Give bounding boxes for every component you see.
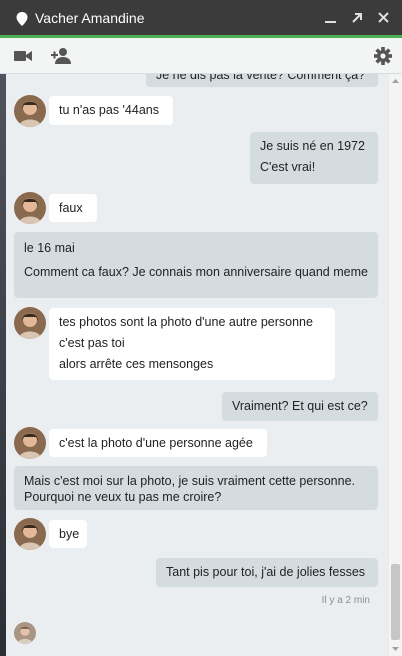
message-incoming: c'est la photo d'une personne agée	[49, 429, 267, 457]
scroll-up-arrow-icon[interactable]	[391, 77, 400, 85]
message-outgoing: Je suis né en 1972 C'est vrai!	[250, 132, 378, 184]
scroll-down-arrow-icon[interactable]	[391, 645, 400, 653]
contact-avatar	[14, 518, 46, 550]
message-list[interactable]: Je ne dis pas la vérité? Comment ça? tu …	[6, 74, 388, 656]
minimize-icon[interactable]	[322, 9, 340, 27]
chat-toolbar	[0, 38, 402, 74]
chat-window: Vacher Amandine Je ne dis pas la vérité?…	[0, 0, 402, 656]
message-outgoing: Mais c'est moi sur la photo, je suis vra…	[14, 466, 378, 510]
message-text: le 16 mai	[24, 241, 75, 255]
scrollbar[interactable]	[389, 74, 402, 656]
contact-photo	[14, 622, 36, 644]
message-outgoing: le 16 mai Comment ca faux? Je connais mo…	[14, 232, 378, 298]
scrollbar-thumb[interactable]	[391, 564, 400, 640]
message-text: Comment ca faux? Je connais mon annivers…	[24, 265, 368, 279]
message-incoming: tes photos sont la photo d'une autre per…	[49, 308, 335, 380]
message-outgoing: Vraiment? Et qui est ce?	[222, 392, 378, 421]
contact-name: Vacher Amandine	[35, 10, 145, 26]
contact-photo	[14, 427, 46, 459]
message-text: Je suis né en 1972	[260, 139, 365, 153]
contact-photo	[14, 307, 46, 339]
message-text: alors arrête ces mensonges	[59, 357, 214, 371]
message-incoming: bye	[49, 520, 87, 548]
message-text: bye	[59, 527, 80, 541]
message-text: Tant pis pour toi, j'ai de jolies fesses	[166, 565, 366, 579]
message-text: c'est la photo d'une personne agée	[59, 436, 253, 450]
contact-photo	[14, 95, 46, 127]
message-text: c'est pas toi	[59, 336, 125, 350]
seen-avatar	[14, 622, 36, 644]
close-icon[interactable]	[375, 9, 393, 27]
message-text: C'est vrai!	[260, 160, 316, 174]
message-text: Mais c'est moi sur la photo, je suis vra…	[24, 474, 356, 504]
contact-avatar	[14, 427, 46, 459]
message-text: Vraiment? Et qui est ce?	[232, 399, 368, 413]
message-incoming: tu n'as pas '44ans	[49, 96, 173, 125]
message-text: tu n'as pas '44ans	[59, 103, 159, 117]
message-timestamp: Il y a 2 min	[321, 595, 370, 606]
message-text: faux	[59, 201, 83, 215]
message-text: Je ne dis pas la vérité? Comment ça?	[156, 74, 366, 82]
message-incoming: faux	[49, 194, 97, 222]
contact-photo	[14, 192, 46, 224]
contact-photo	[14, 518, 46, 550]
video-call-icon[interactable]	[12, 46, 34, 66]
add-person-icon[interactable]	[50, 46, 72, 66]
contact-avatar	[14, 192, 46, 224]
message-outgoing: Je ne dis pas la vérité? Comment ça?	[146, 74, 378, 87]
popout-icon[interactable]	[348, 9, 366, 27]
message-outgoing: Tant pis pour toi, j'ai de jolies fesses	[156, 558, 378, 587]
contact-avatar	[14, 95, 46, 127]
message-text: tes photos sont la photo d'une autre per…	[59, 315, 313, 329]
settings-gear-icon[interactable]	[372, 46, 394, 66]
title-bar: Vacher Amandine	[0, 0, 402, 38]
presence-pin-icon	[16, 12, 28, 26]
contact-avatar	[14, 307, 46, 339]
